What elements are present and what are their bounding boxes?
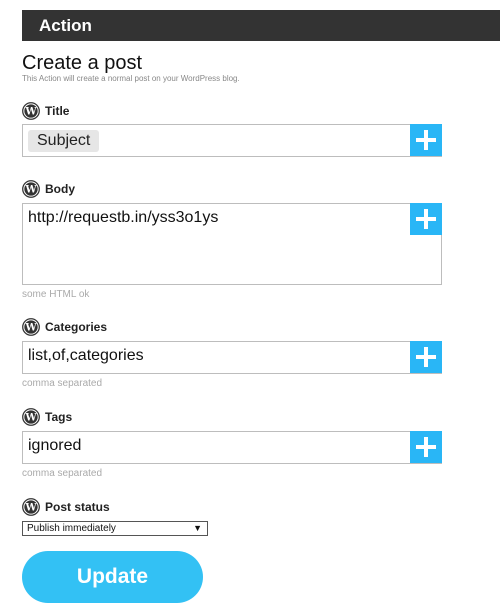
tags-input[interactable]: ignored bbox=[22, 431, 442, 464]
svg-text:W: W bbox=[24, 323, 37, 334]
categories-hint: comma separated bbox=[22, 378, 103, 389]
categories-input[interactable]: list,of,categories bbox=[22, 341, 442, 374]
body-textarea[interactable]: http://requestb.in/yss3o1ys bbox=[22, 203, 442, 285]
body-add-button[interactable] bbox=[410, 203, 442, 235]
body-label-text: Body bbox=[45, 182, 75, 196]
post-status-label: W Post status bbox=[22, 497, 110, 517]
subject-token[interactable]: Subject bbox=[28, 130, 100, 152]
post-status-select[interactable]: Publish immediately ▼ bbox=[22, 521, 208, 536]
update-button-label: Update bbox=[76, 565, 149, 588]
categories-value: list,of,categories bbox=[28, 347, 144, 364]
action-header-title: Action bbox=[39, 16, 92, 35]
title-input[interactable]: Subject bbox=[22, 124, 442, 157]
body-hint: some HTML ok bbox=[22, 289, 90, 300]
page-subtitle: This Action will create a normal post on… bbox=[22, 74, 240, 83]
categories-add-button[interactable] bbox=[410, 341, 442, 373]
plus-icon bbox=[416, 209, 436, 229]
wordpress-icon: W bbox=[22, 102, 40, 120]
wordpress-icon: W bbox=[22, 408, 40, 426]
tags-hint: comma separated bbox=[22, 468, 103, 479]
body-label: W Body bbox=[22, 179, 75, 199]
svg-text:W: W bbox=[24, 503, 37, 514]
svg-text:W: W bbox=[24, 413, 37, 424]
title-add-button[interactable] bbox=[410, 124, 442, 156]
tags-value: ignored bbox=[28, 437, 82, 454]
title-label-text: Title bbox=[45, 104, 70, 118]
svg-text:W: W bbox=[24, 107, 37, 118]
action-header: Action bbox=[22, 10, 500, 41]
body-value: http://requestb.in/yss3o1ys bbox=[28, 209, 219, 226]
plus-icon bbox=[416, 130, 436, 150]
post-status-label-text: Post status bbox=[45, 500, 110, 514]
tags-label-text: Tags bbox=[45, 410, 73, 424]
plus-icon bbox=[416, 347, 436, 367]
svg-text:W: W bbox=[24, 185, 37, 196]
page-title: Create a post bbox=[22, 52, 143, 74]
categories-label-text: Categories bbox=[45, 320, 108, 334]
update-button[interactable]: Update bbox=[22, 551, 203, 603]
dropdown-arrow-icon: ▼ bbox=[193, 523, 202, 533]
categories-label: W Categories bbox=[22, 317, 107, 337]
wordpress-icon: W bbox=[22, 180, 40, 198]
plus-icon bbox=[416, 437, 436, 457]
tags-add-button[interactable] bbox=[410, 431, 442, 463]
wordpress-icon: W bbox=[22, 318, 40, 336]
title-label: W Title bbox=[22, 101, 69, 121]
post-status-selected: Publish immediately bbox=[27, 523, 116, 534]
wordpress-icon: W bbox=[22, 498, 40, 516]
tags-label: W Tags bbox=[22, 407, 72, 427]
